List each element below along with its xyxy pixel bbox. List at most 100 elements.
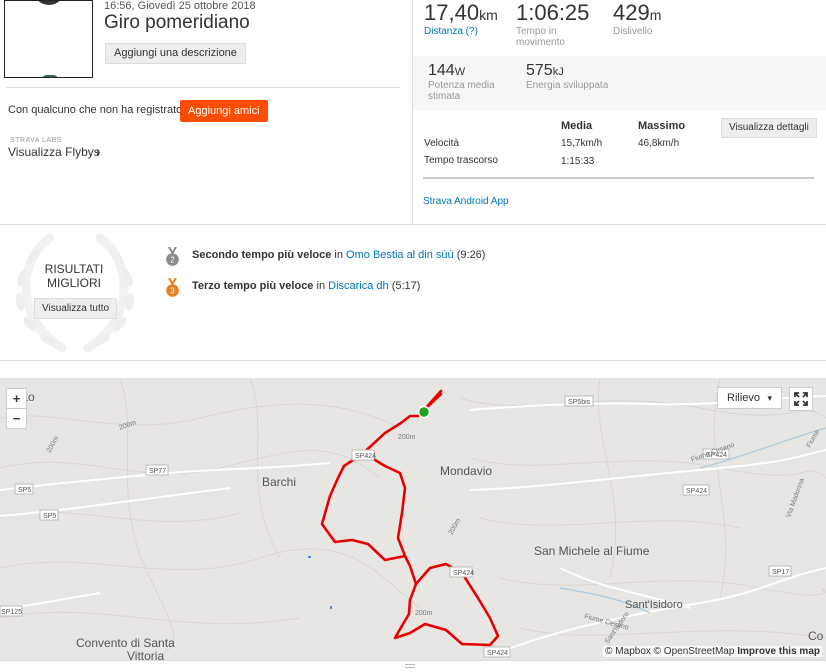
- achievements-section: RISULTATI MIGLIORI Visualizza tutto 2 Se…: [0, 224, 826, 361]
- stat-moving-time: 1:06:25 Tempo in movimento: [516, 0, 589, 48]
- activity-date: 16:56, Giovedì 25 ottobre 2018: [104, 0, 256, 12]
- speed-max: 46,8km/h: [638, 138, 680, 149]
- river-label: Fiume: [806, 429, 822, 449]
- moving-time-label-1: Tempo in: [516, 26, 557, 37]
- elevation-value: 429: [613, 0, 650, 25]
- elevation-unit: m: [649, 7, 662, 23]
- achievement-item: Terzo tempo più veloce in Discarica dh (…: [192, 280, 420, 292]
- road-label: SP5: [43, 513, 56, 520]
- road-label: SP424: [355, 453, 376, 460]
- map-canvas[interactable]: Mondavio Barchi San Michele al Fiume San…: [0, 378, 826, 660]
- achievements-title: RISULTATI MIGLIORI: [0, 262, 148, 290]
- view-details-button[interactable]: Visualizza dettagli: [721, 118, 817, 138]
- power-label-1: Potenza media: [428, 80, 495, 91]
- road-label: SP424: [453, 570, 474, 577]
- distance-label[interactable]: Distanza (?): [424, 26, 498, 37]
- attribution-text[interactable]: © Mapbox © OpenStreetMap: [605, 646, 737, 657]
- chevron-right-icon[interactable]: ›: [96, 144, 100, 159]
- unregistered-prompt: Con qualcuno che non ha registrato?: [8, 104, 189, 116]
- bronze-medal-icon: 3: [166, 278, 179, 297]
- road-label: SP77: [149, 468, 166, 475]
- achievement-rank: Terzo tempo più veloce: [192, 280, 314, 292]
- contour-label: 200m: [415, 610, 433, 617]
- stat-energy: 575kJ Energia sviluppata: [526, 62, 608, 91]
- place-label: Mondavio: [440, 464, 492, 478]
- place-label: Co: [808, 629, 824, 643]
- athlete-avatar[interactable]: [4, 0, 93, 78]
- add-description-button[interactable]: Aggiungi una descrizione: [105, 43, 246, 64]
- stat-elevation: 429m Dislivello: [613, 0, 661, 37]
- medal-rank-2: 2: [170, 256, 175, 265]
- place-label: Barchi: [262, 475, 296, 489]
- add-friends-button[interactable]: Aggiungi amici: [180, 100, 268, 122]
- speed-avg: 15,7km/h: [561, 138, 603, 149]
- place-label: Convento di Santa: [76, 636, 175, 650]
- achievement-in-text: in: [313, 280, 329, 292]
- power-unit: W: [454, 66, 466, 78]
- view-all-achievements-button[interactable]: Visualizza tutto: [34, 298, 118, 319]
- stats-panel: 17,40km Distanza (?) 1:06:25 Tempo in mo…: [412, 0, 826, 224]
- laurel-wreath-icon: [15, 233, 135, 353]
- fullscreen-button[interactable]: [789, 387, 813, 411]
- achievement-item: Secondo tempo più veloce in Omo Bestia a…: [192, 249, 485, 261]
- distance-unit: km: [479, 7, 498, 23]
- achievement-time: (9:26): [453, 249, 486, 261]
- road-label: SP424: [487, 650, 508, 657]
- flyby-link[interactable]: Visualizza Flybys: [8, 145, 100, 159]
- caret-down-icon: ▾: [767, 393, 772, 403]
- road-label: SP5: [18, 487, 31, 494]
- activity-header: 16:56, Giovedì 25 ottobre 2018 Giro pome…: [0, 0, 826, 224]
- zoom-out-button[interactable]: −: [7, 409, 26, 429]
- contour-label: 200m: [448, 517, 463, 536]
- power-value: 144: [428, 62, 455, 79]
- grip-icon: [405, 664, 415, 668]
- distance-value: 17,40: [424, 0, 480, 25]
- place-label: Vittoria: [127, 649, 164, 660]
- map-layer-value: Rilievo: [727, 392, 761, 404]
- medal-rank-3: 3: [170, 287, 175, 296]
- contour-label: 200m: [398, 434, 416, 441]
- expand-icon: [794, 392, 808, 406]
- map-layer-select[interactable]: Rilievo ▾: [717, 387, 782, 409]
- energy-unit: kJ: [552, 66, 564, 78]
- route-map[interactable]: Mondavio Barchi San Michele al Fiume San…: [0, 378, 826, 660]
- row-label-elapsed: Tempo trascorso: [424, 155, 498, 166]
- elapsed-avg: 1:15:33: [561, 156, 595, 167]
- activity-title[interactable]: Giro pomeridiano: [104, 12, 250, 34]
- street-label: Via Madonna: [785, 478, 806, 519]
- segment-link[interactable]: Discarica dh: [328, 280, 389, 292]
- moving-time-label-2: movimento: [516, 37, 565, 48]
- achievement-rank: Secondo tempo più veloce: [192, 249, 332, 261]
- silver-medal-icon: 2: [166, 247, 179, 266]
- zoom-control: + −: [6, 388, 27, 429]
- place-label: Sant'Isidoro: [625, 599, 683, 611]
- route-start-marker: [417, 405, 431, 419]
- activity-summary-panel: 16:56, Giovedì 25 ottobre 2018 Giro pome…: [0, 0, 412, 224]
- column-header-max: Massimo: [638, 120, 686, 132]
- map-attribution: © Mapbox © OpenStreetMap Improve this ma…: [603, 646, 822, 657]
- achievement-time: (5:17): [388, 280, 421, 292]
- divider: [6, 87, 400, 88]
- achievements-title-line-1: RISULTATI: [44, 262, 104, 276]
- improve-map-link[interactable]: Improve this map: [737, 646, 820, 657]
- road-label: SP125: [1, 609, 22, 616]
- zoom-in-button[interactable]: +: [7, 389, 26, 409]
- energy-value: 575: [526, 62, 553, 79]
- strava-labs-label: STRAVA LABS: [10, 137, 62, 144]
- table-divider: [423, 177, 814, 179]
- power-label-2: stimata: [428, 91, 461, 102]
- map-resize-handle[interactable]: [0, 660, 826, 672]
- row-label-speed: Velocità: [424, 138, 460, 149]
- device-app-link[interactable]: Strava Android App: [423, 196, 509, 207]
- place-label: San Michele al Fiume: [534, 544, 650, 558]
- stat-distance: 17,40km Distanza (?): [424, 0, 498, 37]
- road-label: SP5bis: [568, 399, 591, 406]
- column-header-avg: Media: [561, 120, 593, 132]
- achievement-in-text: in: [331, 249, 347, 261]
- segment-link[interactable]: Omo Bestia al din sùù: [346, 249, 454, 261]
- energy-label: Energia sviluppata: [526, 80, 609, 91]
- activity-route: [320, 389, 500, 647]
- road-label: SP17: [772, 569, 789, 576]
- contour-label: 200m: [46, 435, 61, 454]
- moving-time-value: 1:06:25: [516, 0, 590, 25]
